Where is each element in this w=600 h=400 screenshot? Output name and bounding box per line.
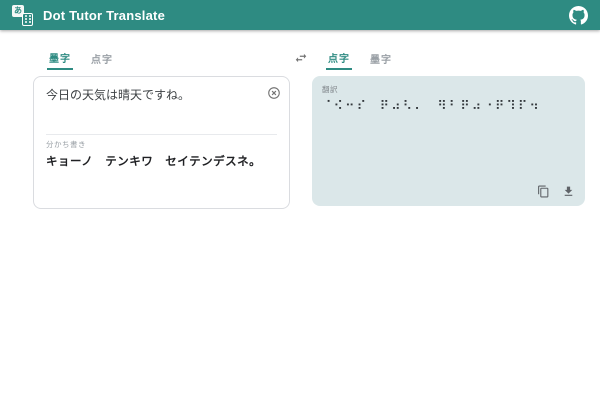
source-text-input[interactable]: 今日の天気は晴天ですね。	[46, 87, 277, 104]
target-tab-tenji[interactable]: 点字	[326, 50, 352, 70]
download-icon[interactable]	[562, 185, 575, 198]
target-card: 翻訳 ⠈⠪⠒⠎⠀⠟⠴⠣⠄⠀⠻⠃⠟⠴⠐⠟⠹⠏⠲	[312, 76, 585, 206]
translation-label: 翻訳	[322, 84, 575, 95]
output-actions	[537, 185, 575, 198]
target-tab-sumiji[interactable]: 墨字	[368, 50, 394, 70]
target-panel: 点字 墨字 翻訳 ⠈⠪⠒⠎⠀⠟⠴⠣⠄⠀⠻⠃⠟⠴⠐⠟⠹⠏⠲	[312, 50, 585, 206]
wakachigaki-label: 分かち書き	[46, 139, 277, 150]
source-tabs: 墨字 点字	[47, 50, 290, 70]
github-icon[interactable]	[569, 6, 588, 25]
target-tabs: 点字 墨字	[326, 50, 585, 70]
wakachigaki-section: 分かち書き キョーノ テンキワ セイテンデスネ。	[46, 134, 277, 169]
source-tab-tenji[interactable]: 点字	[89, 50, 115, 70]
braille-output: ⠈⠪⠒⠎⠀⠟⠴⠣⠄⠀⠻⠃⠟⠴⠐⠟⠹⠏⠲	[322, 99, 575, 114]
app-logo-icon: あ	[12, 5, 33, 26]
source-tab-sumiji[interactable]: 墨字	[47, 50, 73, 70]
wakachigaki-text: キョーノ テンキワ セイテンデスネ。	[46, 153, 277, 169]
source-card: 今日の天気は晴天ですね。 分かち書き キョーノ テンキワ セイテンデスネ。	[33, 76, 290, 209]
copy-icon[interactable]	[537, 185, 550, 198]
swap-column	[290, 50, 312, 68]
logo-braille-dots	[22, 13, 33, 26]
source-panel: 墨字 点字 今日の天気は晴天ですね。 分かち書き キョーノ テンキワ セイテンデ…	[33, 50, 290, 209]
translate-main: 墨字 点字 今日の天気は晴天ですね。 分かち書き キョーノ テンキワ セイテンデ…	[0, 30, 600, 209]
clear-icon[interactable]	[267, 86, 281, 103]
app-title: Dot Tutor Translate	[43, 8, 165, 23]
app-header: あ Dot Tutor Translate	[0, 0, 600, 30]
swap-horizontal-icon[interactable]	[294, 51, 308, 68]
